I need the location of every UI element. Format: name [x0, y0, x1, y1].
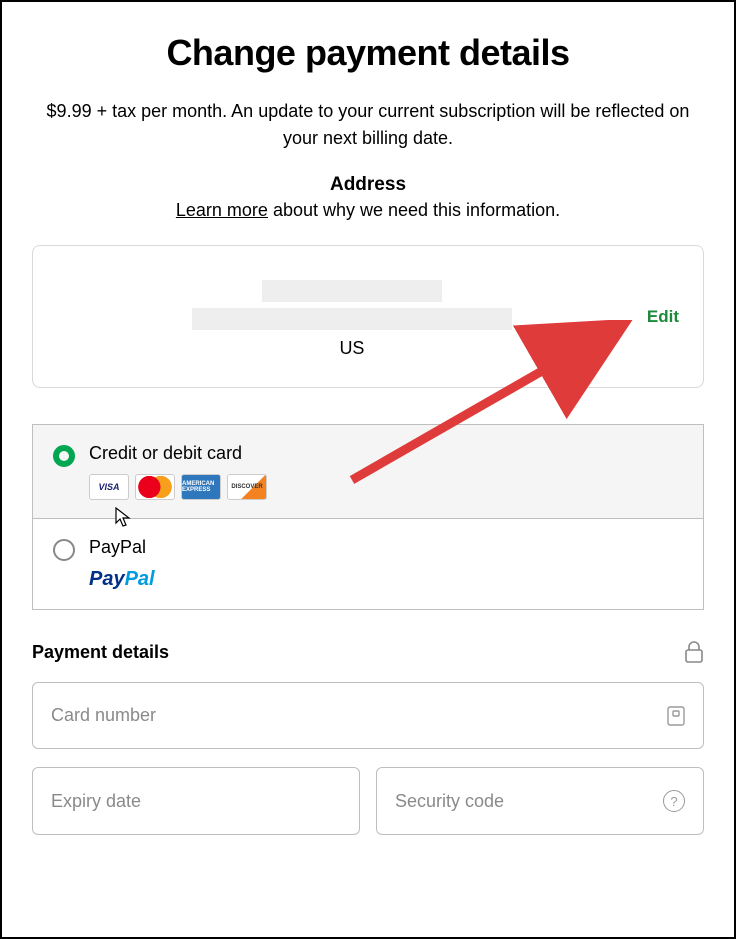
mastercard-logo: [135, 474, 175, 500]
payment-details-heading: Payment details: [32, 642, 169, 663]
discover-logo: DISCOVER: [227, 474, 267, 500]
learn-more-link[interactable]: Learn more: [176, 200, 268, 220]
expiry-security-row: Expiry date Security code ?: [32, 767, 704, 835]
method-option-paypal[interactable]: PayPal PayPal: [33, 519, 703, 609]
help-icon[interactable]: ?: [663, 790, 685, 812]
method-option-card[interactable]: Credit or debit card VISA AMERICAN EXPRE…: [33, 425, 703, 519]
security-placeholder: Security code: [395, 791, 504, 812]
address-info-tail: about why we need this information.: [268, 200, 560, 220]
method-card-label: Credit or debit card: [89, 443, 683, 464]
lock-icon: [684, 640, 704, 664]
page-title: Change payment details: [32, 32, 704, 74]
payment-details-heading-row: Payment details: [32, 640, 704, 664]
address-line-1-redacted: [262, 280, 442, 302]
expiry-field[interactable]: Expiry date: [32, 767, 360, 835]
card-number-placeholder: Card number: [51, 705, 156, 726]
payment-method-group: Credit or debit card VISA AMERICAN EXPRE…: [32, 424, 704, 610]
radio-card[interactable]: [53, 445, 75, 467]
paypal-logo: PayPal: [89, 568, 683, 591]
expiry-placeholder: Expiry date: [51, 791, 141, 812]
address-country: US: [57, 338, 647, 359]
address-content: US: [57, 274, 647, 359]
address-info-line: Learn more about why we need this inform…: [32, 200, 704, 221]
radio-paypal[interactable]: [53, 539, 75, 561]
amex-logo: AMERICAN EXPRESS: [181, 474, 221, 500]
address-heading: Address: [32, 174, 704, 196]
card-number-field[interactable]: Card number: [32, 682, 704, 749]
security-code-field[interactable]: Security code ?: [376, 767, 704, 835]
address-card: US Edit: [32, 245, 704, 388]
visa-logo: VISA: [89, 474, 129, 500]
card-logos: VISA AMERICAN EXPRESS DISCOVER: [89, 474, 683, 500]
card-chip-icon: [667, 706, 685, 726]
address-line-2-redacted: [192, 308, 512, 330]
edit-address-link[interactable]: Edit: [647, 307, 679, 327]
method-paypal-label: PayPal: [89, 537, 683, 558]
subscription-subtext: $9.99 + tax per month. An update to your…: [42, 98, 694, 152]
